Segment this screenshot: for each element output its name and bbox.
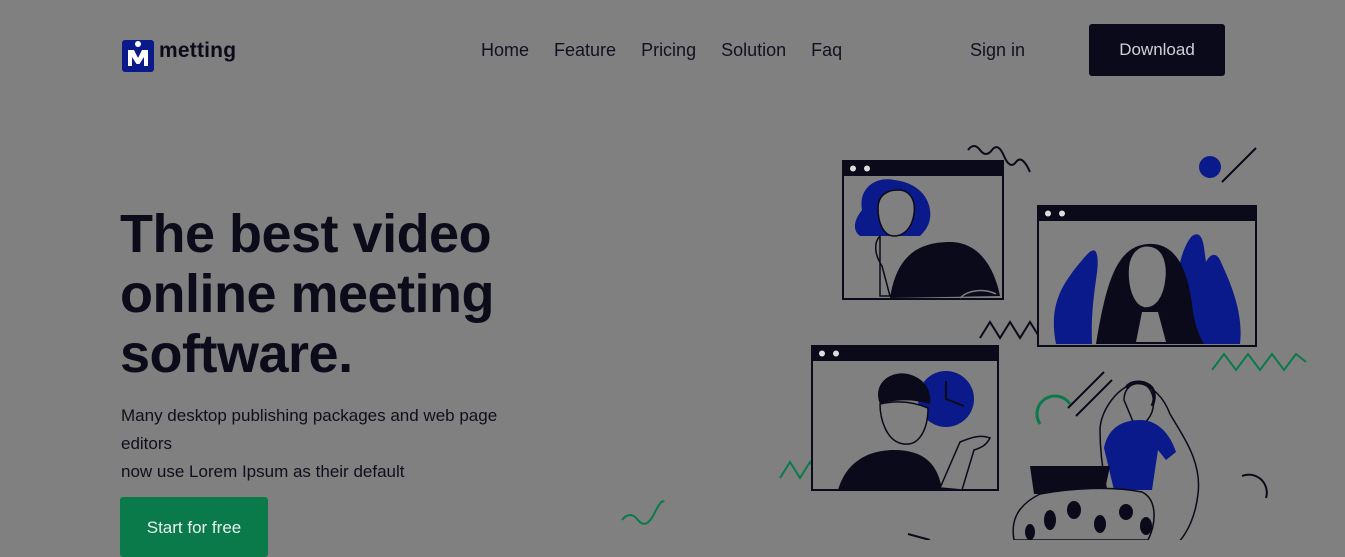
zigzag-dark-decoration <box>979 320 1048 340</box>
main-nav: Home Feature Pricing Solution Faq <box>481 38 867 62</box>
video-window-3 <box>811 345 999 491</box>
nav-item-feature[interactable]: Feature <box>554 38 616 62</box>
hero-title-line-1: The best video <box>120 204 492 264</box>
hero-title-line-2: online meeting <box>120 264 495 324</box>
video-window-2 <box>1037 205 1257 347</box>
double-line-decoration-2 <box>1075 379 1113 417</box>
hero-title: The best video online meeting software. <box>120 204 580 384</box>
video-window-1 <box>842 160 1004 300</box>
brand-name: metting <box>159 39 237 62</box>
arc-dark-decoration <box>1241 473 1268 499</box>
hero-description: Many desktop publishing packages and web… <box>121 402 541 486</box>
nav-item-home[interactable]: Home <box>481 38 529 62</box>
brand-logo[interactable]: metting <box>122 38 236 72</box>
squiggle-green-decoration <box>621 500 665 525</box>
hero-description-line-3: now use Lorem Ipsum as their default <box>121 462 405 481</box>
hero-description-line-1: Many desktop publishing packages and web… <box>121 406 498 425</box>
video-meeting-illustration <box>621 145 1307 540</box>
signin-link[interactable]: Sign in <box>970 38 1025 62</box>
logo-mark-icon <box>122 40 154 72</box>
nav-item-faq[interactable]: Faq <box>811 38 842 62</box>
hero-title-line-3: software. <box>120 324 353 384</box>
download-button[interactable]: Download <box>1089 24 1225 76</box>
slash-decoration <box>1221 147 1257 183</box>
person-with-laptop <box>1012 380 1200 540</box>
start-free-button[interactable]: Start for free <box>120 497 268 557</box>
nav-item-pricing[interactable]: Pricing <box>641 38 696 62</box>
double-line-decoration <box>1067 371 1105 409</box>
zigzag-green-right-decoration <box>1211 352 1307 372</box>
nav-item-solution[interactable]: Solution <box>721 38 786 62</box>
dash-decoration <box>907 533 931 540</box>
hero-description-line-2: editors <box>121 434 173 453</box>
arc-green-decoration <box>1035 394 1072 425</box>
blue-dot-decoration <box>1199 156 1221 178</box>
